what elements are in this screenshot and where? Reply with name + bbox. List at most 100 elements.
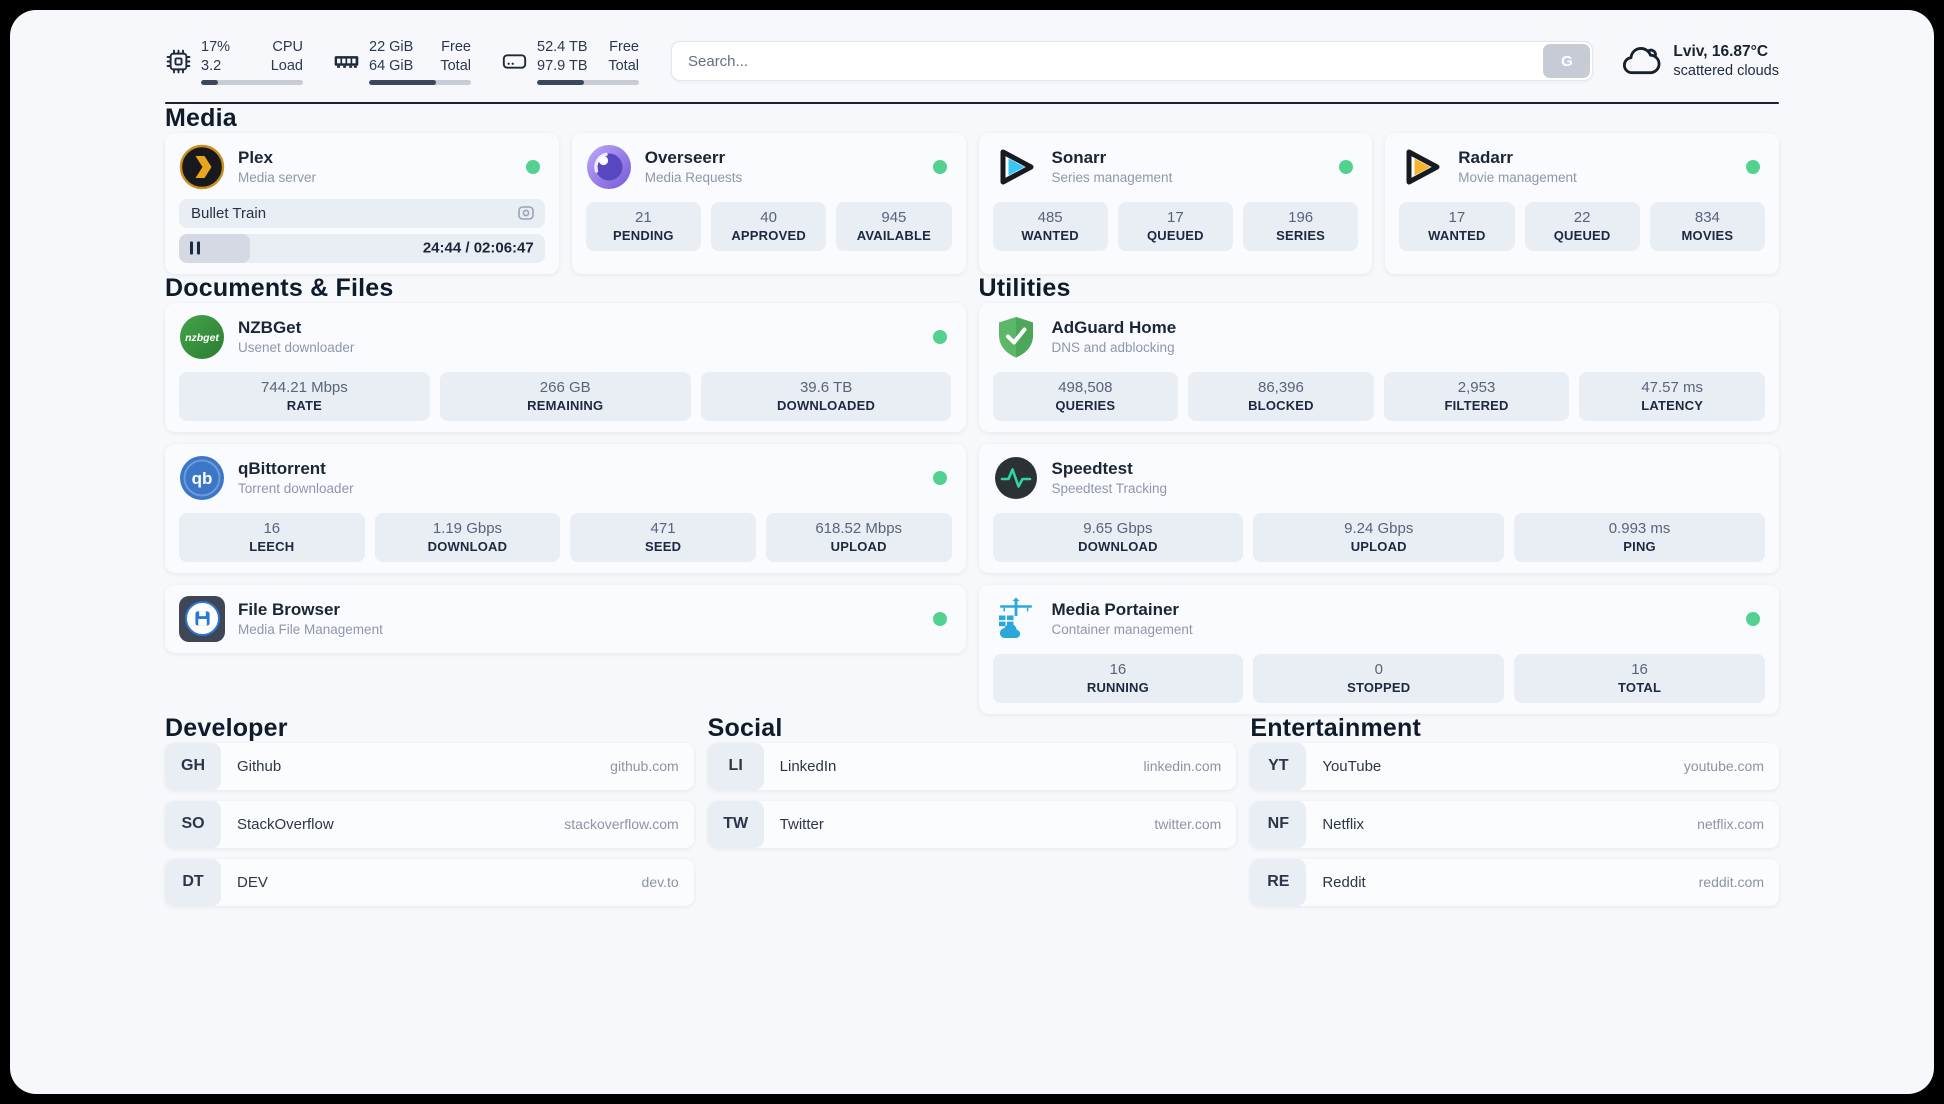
status-dot	[932, 159, 947, 174]
stat-label: MOVIES	[1681, 227, 1734, 243]
bookmark-name: StackOverflow	[237, 815, 334, 833]
search-engine-button[interactable]: G	[1543, 44, 1591, 79]
svg-text:nzbget: nzbget	[185, 331, 219, 343]
app-link-nzbget[interactable]: nzbget NZBGet Usenet downloader	[179, 314, 952, 360]
stat-value: 17	[1167, 208, 1184, 226]
app-link-qbittorrent[interactable]: qb qBittorrent Torrent downloader	[179, 455, 952, 501]
status-dot	[932, 470, 947, 485]
storage-progress-fill	[537, 79, 584, 85]
stat-tile: 485 WANTED	[992, 201, 1108, 251]
bookmark-stackoverflow[interactable]: SO StackOverflow stackoverflow.com	[165, 800, 694, 848]
nzbget-icon: nzbget	[179, 314, 225, 360]
stat-tile: 945 AVAILABLE	[836, 201, 952, 251]
section-title-entertainment: Entertainment	[1250, 713, 1422, 742]
weather-widget: Lviv, 16.87°C scattered clouds	[1621, 41, 1779, 81]
app-card-portainer: Media Portainer Container management 16 …	[978, 584, 1779, 714]
utilities-column: Utilities AdGuard Home DNS and adblockin…	[978, 274, 1779, 714]
stat-storage: 52.4 TB 97.9 TB Free Total	[501, 38, 639, 85]
stat-label: APPROVED	[731, 227, 806, 243]
app-card-plex: Plex Media server Bullet Train 24:44 / 0…	[165, 132, 559, 274]
session-screen-icon	[517, 204, 535, 222]
app-subtitle: Container management	[1051, 622, 1193, 638]
cpu-percent: 17%	[201, 39, 231, 55]
stat-value: 196	[1288, 208, 1314, 226]
storage-progress-track	[537, 79, 639, 85]
stat-label: FILTERED	[1444, 397, 1509, 413]
memory-label-2: Total	[440, 57, 471, 74]
stat-label: STOPPED	[1347, 679, 1411, 695]
bookmark-netflix[interactable]: NF Netflix netflix.com	[1250, 800, 1779, 848]
bookmark-reddit[interactable]: RE Reddit reddit.com	[1250, 858, 1779, 906]
storage-free: 52.4 TB	[537, 39, 588, 55]
app-title: AdGuard Home	[1051, 318, 1177, 338]
section-title-social: Social	[707, 713, 783, 742]
app-link-plex[interactable]: Plex Media server	[179, 144, 545, 190]
app-link-sonarr[interactable]: Sonarr Series management	[993, 144, 1359, 190]
app-link-radarr[interactable]: Radarr Movie management	[1399, 144, 1765, 190]
bookmark-name: Github	[237, 757, 282, 775]
bookmark-github[interactable]: GH Github github.com	[165, 742, 694, 790]
bookmark-column-developer: Developer GH Github github.com SO StackO…	[165, 714, 694, 906]
stat-value: 744.21 Mbps	[261, 378, 348, 396]
app-link-speedtest[interactable]: Speedtest Speedtest Tracking	[993, 455, 1766, 501]
stat-tile: 47.57 ms LATENCY	[1579, 371, 1765, 421]
app-card-nzbget: nzbget NZBGet Usenet downloader 744.21 M…	[165, 302, 966, 432]
stat-label: REMAINING	[527, 397, 604, 413]
status-dot	[525, 159, 540, 174]
app-title: Plex	[238, 148, 273, 168]
app-card-overseerr: Overseerr Media Requests 21 PENDING 40 A…	[571, 132, 966, 274]
app-subtitle: DNS and adblocking	[1051, 340, 1175, 356]
app-link-filebrowser[interactable]: File Browser Media File Management	[179, 595, 952, 642]
bookmark-name: DEV	[237, 873, 268, 891]
stat-value: 39.6 TB	[799, 378, 853, 396]
storage-label-2: Total	[608, 57, 639, 74]
app-link-portainer[interactable]: Media Portainer Container management	[993, 596, 1766, 642]
bookmark-twitter[interactable]: TW Twitter twitter.com	[707, 800, 1237, 848]
stat-value: 16	[263, 519, 281, 537]
bookmark-name: Netflix	[1322, 815, 1365, 833]
dashboard: 17% 3.2 CPU Load 22 GiB 64 GiB Free Tota…	[10, 10, 1934, 1094]
bookmark-column-social: Social LI LinkedIn linkedin.com TW Twitt…	[707, 713, 1237, 906]
cpu-load-value: 3.2	[201, 57, 222, 74]
middle-grid: Documents & Files nzbget NZBGet Usenet d…	[165, 274, 1779, 714]
bookmark-dev[interactable]: DT DEV dev.to	[165, 858, 694, 906]
stat-value: 16	[1109, 660, 1127, 678]
stat-tile: 40 APPROVED	[711, 201, 827, 251]
bookmark-linkedin[interactable]: LI LinkedIn linkedin.com	[707, 742, 1237, 790]
stat-label: PING	[1623, 538, 1656, 554]
stat-label: AVAILABLE	[856, 227, 931, 243]
stat-value: 1.19 Gbps	[432, 519, 503, 537]
stat-label: QUERIES	[1055, 397, 1116, 413]
search-input[interactable]	[671, 41, 1594, 82]
status-dot	[932, 611, 947, 626]
stat-tile: 21 PENDING	[585, 201, 701, 251]
section-title-developer: Developer	[165, 713, 288, 742]
stat-value: 16	[1631, 660, 1648, 678]
bookmark-youtube[interactable]: YT YouTube youtube.com	[1250, 742, 1779, 790]
bookmark-column-entertainment: Entertainment YT YouTube youtube.com NF …	[1250, 714, 1779, 906]
memory-progress-track	[369, 79, 471, 85]
weather-condition: scattered clouds	[1673, 63, 1779, 80]
weather-location-temp: Lviv, 16.87°C	[1673, 43, 1769, 61]
stat-label: UPLOAD	[1350, 538, 1407, 554]
storage-label-1: Free	[609, 39, 639, 55]
memory-progress-fill	[369, 79, 437, 85]
status-dot	[1746, 611, 1760, 626]
bookmark-abbr: NF	[1250, 800, 1307, 848]
stat-value: 834	[1694, 208, 1720, 226]
bookmark-abbr: RE	[1250, 858, 1307, 906]
app-card-qbittorrent: qb qBittorrent Torrent downloader 16 LEE…	[165, 443, 966, 573]
stat-tile: 22 QUEUED	[1524, 201, 1640, 251]
app-title: Speedtest	[1051, 459, 1133, 479]
pause-icon[interactable]	[190, 241, 201, 255]
now-playing-title: Bullet Train	[191, 204, 267, 222]
stat-tile: 471 SEED	[570, 512, 756, 562]
filebrowser-icon	[179, 595, 225, 642]
playback-progress-bar: 24:44 / 02:06:47	[179, 233, 545, 263]
stat-value: 40	[760, 208, 777, 226]
app-link-adguard[interactable]: AdGuard Home DNS and adblocking	[993, 314, 1766, 360]
stat-label: SERIES	[1276, 227, 1326, 243]
app-link-overseerr[interactable]: Overseerr Media Requests	[586, 144, 952, 190]
memory-total: 64 GiB	[369, 57, 414, 74]
bookmark-abbr: SO	[165, 800, 221, 848]
